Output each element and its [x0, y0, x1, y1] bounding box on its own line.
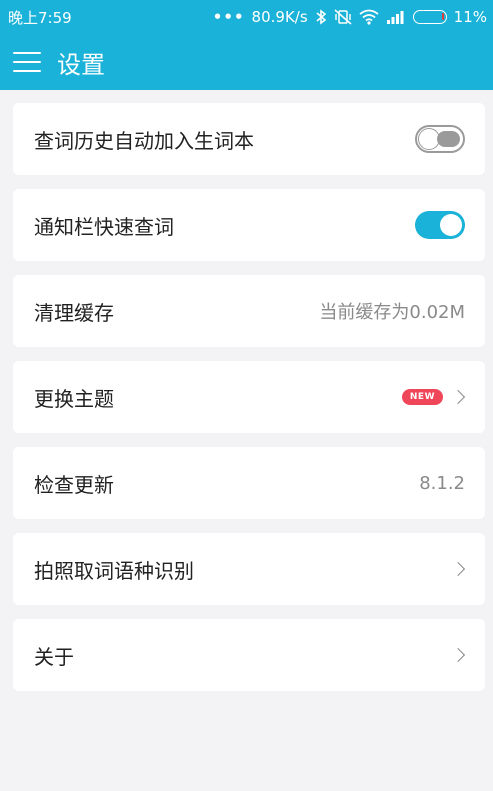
status-bar: 晚上7:59 ••• 80.9K/s 11% — [0, 0, 493, 34]
setting-notification-quick-lookup[interactable]: 通知栏快速查词 — [13, 189, 485, 261]
setting-label: 查词历史自动加入生词本 — [34, 128, 254, 153]
bluetooth-icon — [315, 9, 327, 25]
setting-label: 清理缓存 — [34, 300, 114, 325]
cache-size-value: 当前缓存为0.02M — [319, 302, 465, 323]
setting-label: 拍照取词语种识别 — [34, 558, 194, 583]
version-value: 8.1.2 — [419, 472, 465, 494]
setting-change-theme[interactable]: 更换主题 NEW — [13, 361, 485, 433]
setting-check-update[interactable]: 检查更新 8.1.2 — [13, 447, 485, 519]
network-speed: 80.9K/s — [251, 8, 308, 26]
setting-label: 通知栏快速查词 — [34, 214, 174, 239]
setting-label: 更换主题 — [34, 386, 114, 411]
menu-icon[interactable] — [13, 52, 41, 72]
setting-about[interactable]: 关于 — [13, 619, 485, 691]
battery-icon — [412, 10, 447, 24]
toggle-knob — [440, 214, 462, 236]
status-time: 晚上7:59 — [8, 8, 72, 27]
chevron-right-icon — [450, 561, 466, 577]
new-badge: NEW — [401, 389, 443, 405]
signal-icon — [386, 10, 406, 24]
chevron-right-icon — [450, 389, 466, 405]
settings-list: 查词历史自动加入生词本 通知栏快速查词 清理缓存 当前缓存为0.02M 更换主题… — [13, 103, 485, 705]
app-bar: 设置 — [0, 34, 493, 90]
page-title: 设置 — [57, 50, 105, 79]
setting-history-to-wordbook[interactable]: 查词历史自动加入生词本 — [13, 103, 485, 175]
vibrate-off-icon — [334, 9, 352, 25]
status-icons: ••• 80.9K/s 11% — [213, 8, 487, 26]
setting-photo-language[interactable]: 拍照取词语种识别 — [13, 533, 485, 605]
dots-icon: ••• — [212, 8, 245, 26]
setting-label: 检查更新 — [34, 472, 114, 497]
chevron-right-icon — [450, 647, 466, 663]
battery-percent: 11% — [453, 8, 487, 26]
wifi-icon — [359, 9, 379, 25]
setting-clear-cache[interactable]: 清理缓存 当前缓存为0.02M — [13, 275, 485, 347]
notification-quick-lookup-toggle[interactable] — [415, 211, 465, 239]
history-to-wordbook-toggle[interactable] — [415, 125, 465, 153]
setting-label: 关于 — [34, 644, 74, 669]
toggle-knob — [418, 128, 440, 150]
